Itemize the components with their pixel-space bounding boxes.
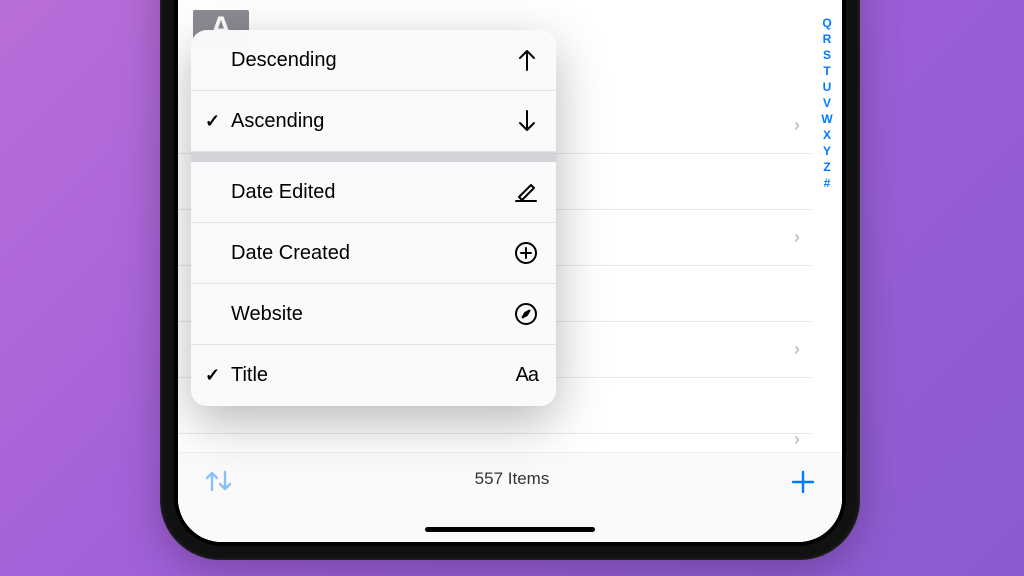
- index-letter[interactable]: Z: [823, 160, 830, 175]
- menu-item-website[interactable]: Website: [191, 284, 556, 345]
- plus-circle-icon: [508, 241, 538, 265]
- plus-icon: [790, 469, 816, 495]
- phone-frame: › › › › A QRSTUVWXYZ#: [160, 0, 860, 560]
- index-letter[interactable]: S: [823, 48, 831, 63]
- menu-item-label: Ascending: [231, 110, 508, 133]
- sort-arrows-icon: [204, 469, 234, 493]
- menu-item-label: Website: [231, 303, 508, 326]
- menu-item-label: Date Edited: [231, 181, 508, 204]
- sort-menu-popover: Descending ✓ Ascending: [191, 30, 556, 406]
- chevron-right-icon: ›: [794, 227, 800, 248]
- section-index-bar[interactable]: QRSTUVWXYZ#: [818, 16, 836, 191]
- item-count-label: 557 Items: [475, 469, 550, 489]
- menu-item-date-edited[interactable]: Date Edited: [191, 162, 556, 223]
- menu-item-label: Date Created: [231, 242, 508, 265]
- index-letter[interactable]: W: [821, 112, 832, 127]
- index-letter[interactable]: Q: [822, 16, 831, 31]
- chevron-right-icon: ›: [794, 339, 800, 360]
- index-letter[interactable]: X: [823, 128, 831, 143]
- pencil-icon: [508, 181, 538, 203]
- index-letter[interactable]: V: [823, 96, 831, 111]
- menu-item-label: Title: [231, 364, 508, 387]
- menu-divider: [191, 152, 556, 162]
- sort-toggle-button[interactable]: [204, 469, 234, 493]
- chevron-right-icon: ›: [794, 115, 800, 136]
- textformat-icon: Aa: [508, 364, 538, 387]
- index-letter[interactable]: R: [823, 32, 832, 47]
- screen: › › › › A QRSTUVWXYZ#: [178, 0, 842, 542]
- menu-item-date-created[interactable]: Date Created: [191, 223, 556, 284]
- checkmark-icon: ✓: [205, 111, 231, 132]
- index-letter[interactable]: Y: [823, 144, 831, 159]
- menu-item-label: Descending: [231, 49, 508, 72]
- arrow-up-icon: [508, 48, 538, 72]
- home-indicator[interactable]: [425, 527, 595, 532]
- add-button[interactable]: [790, 469, 816, 495]
- menu-item-ascending[interactable]: ✓ Ascending: [191, 91, 556, 152]
- index-letter[interactable]: T: [823, 64, 830, 79]
- phone-bezel: › › › › A QRSTUVWXYZ#: [174, 0, 846, 546]
- menu-item-descending[interactable]: Descending: [191, 30, 556, 91]
- menu-item-title[interactable]: ✓ Title Aa: [191, 345, 556, 406]
- index-letter[interactable]: U: [823, 80, 832, 95]
- index-letter[interactable]: #: [824, 176, 831, 191]
- arrow-down-icon: [508, 109, 538, 133]
- checkmark-icon: ✓: [205, 365, 231, 386]
- compass-icon: [508, 302, 538, 326]
- chevron-right-icon: ›: [794, 429, 800, 450]
